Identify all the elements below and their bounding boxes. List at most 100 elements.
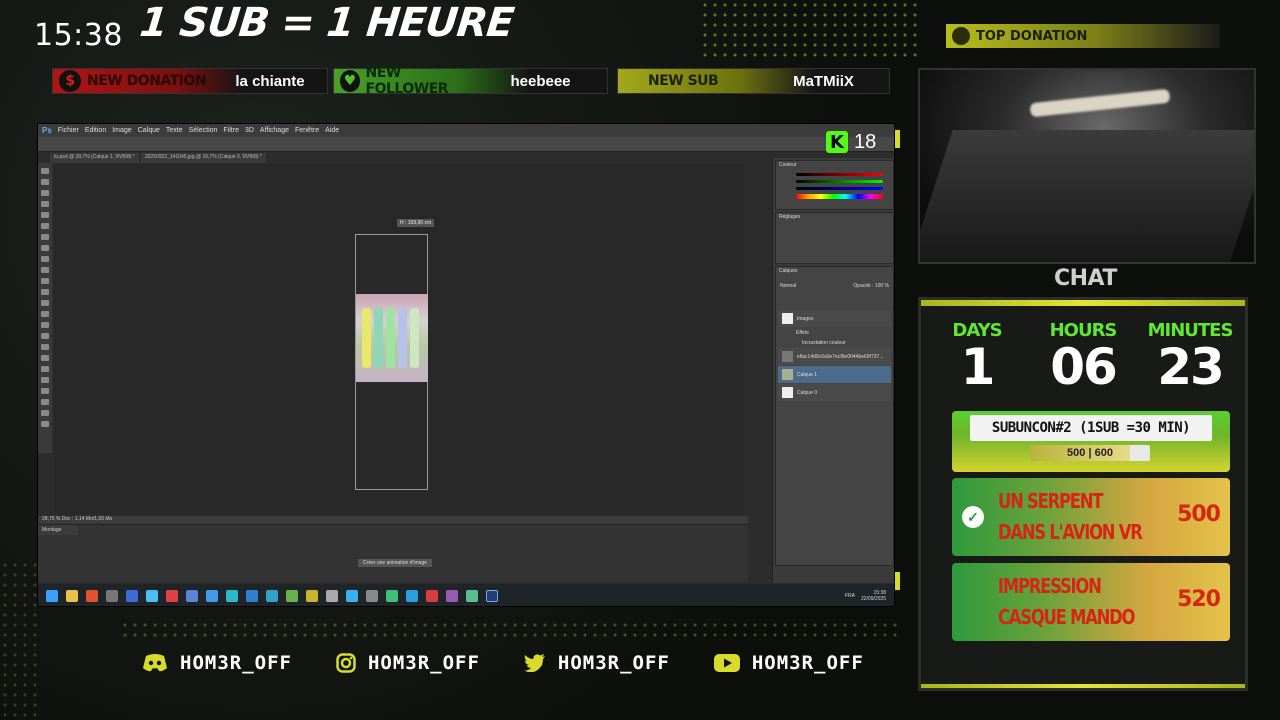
- taskbar-clock[interactable]: 15:38 22/09/2025: [861, 590, 886, 602]
- menu-item[interactable]: 3D: [245, 127, 254, 134]
- instagram-icon: [336, 653, 356, 673]
- webcam-feed: [918, 68, 1256, 264]
- ps-options-bar[interactable]: [38, 137, 894, 152]
- follower-alert-value: heebeee: [510, 72, 571, 90]
- donation-alert: $ NEW DONATION la chiante: [52, 68, 328, 94]
- layer-row[interactable]: Calque 0: [778, 384, 891, 401]
- layer-row[interactable]: Images: [778, 310, 891, 327]
- donation-alert-tag: NEW DONATION: [87, 73, 206, 89]
- youtube-handle: HOM3R_OFF: [751, 652, 864, 674]
- chat-label: CHAT: [1054, 266, 1117, 291]
- brave-icon[interactable]: [86, 590, 98, 602]
- app-icon[interactable]: [186, 590, 198, 602]
- menu-item[interactable]: Aide: [325, 127, 339, 134]
- windows-start-icon[interactable]: [46, 590, 58, 602]
- menu-item[interactable]: Filtre: [223, 127, 239, 134]
- hours-value: 06: [1050, 338, 1118, 396]
- menu-item[interactable]: Fichier: [58, 127, 79, 134]
- headline: 1 SUB = 1 HEURE: [137, 0, 516, 46]
- stream-clock: 15:38: [34, 18, 123, 53]
- sub-goal-card: SUBUNCON#2 (1SUB =30 MIN) 500 | 600: [952, 411, 1230, 472]
- edge-icon[interactable]: [406, 590, 418, 602]
- layer-row[interactable]: elfac14d9c0a0e7ecf9e0044be69f737...: [778, 348, 891, 365]
- app-icon[interactable]: [246, 590, 258, 602]
- doc-tab[interactable]: tu.psd @ 28,7% (Calque 1, RVB/8) *: [50, 153, 139, 163]
- app-icon[interactable]: [306, 590, 318, 602]
- color-panel-title: Couleur: [779, 162, 797, 168]
- dots-pattern: [120, 620, 900, 640]
- red-slider[interactable]: [796, 173, 883, 176]
- app-icon[interactable]: [446, 590, 458, 602]
- social-youtube[interactable]: HOM3R_OFF: [713, 652, 864, 674]
- app-icon[interactable]: [366, 590, 378, 602]
- layer-row[interactable]: Effets: [778, 328, 891, 337]
- blue-slider[interactable]: [796, 187, 883, 190]
- app-icon[interactable]: [226, 590, 238, 602]
- green-slider[interactable]: [796, 180, 883, 183]
- viewer-count: 18: [854, 130, 877, 153]
- kick-icon: K: [826, 131, 848, 153]
- app-icon[interactable]: [466, 590, 478, 602]
- app-icon[interactable]: [386, 590, 398, 602]
- app-icon[interactable]: [426, 590, 438, 602]
- menu-item[interactable]: Image: [112, 127, 131, 134]
- menu-item[interactable]: Fenêtre: [295, 127, 319, 134]
- app-icon[interactable]: [266, 590, 278, 602]
- social-discord[interactable]: HOM3R_OFF: [142, 652, 292, 674]
- ps-image-layer[interactable]: [356, 294, 428, 382]
- layer-row-selected[interactable]: Calque 1: [778, 366, 891, 383]
- create-animation-button[interactable]: Créer une animation d'image: [358, 559, 432, 567]
- minutes-box: MINUTES 23: [1135, 320, 1245, 393]
- app-icon[interactable]: [106, 590, 118, 602]
- ps-right-panels: Couleur Réglages Calques Normal Opacité …: [772, 158, 894, 583]
- system-tray: FRA 15:38 22/09/2025: [845, 590, 894, 602]
- discord-handle: HOM3R_OFF: [180, 652, 292, 674]
- instagram-handle: HOM3R_OFF: [367, 652, 480, 674]
- donation-alert-value: la chiante: [235, 72, 305, 90]
- steam-icon[interactable]: [126, 590, 138, 602]
- social-links: HOM3R_OFF HOM3R_OFF HOM3R_OFF HOM3R_OFF: [142, 652, 864, 674]
- days-box: DAYS 1: [927, 320, 1027, 393]
- ps-toolbar[interactable]: [38, 163, 52, 453]
- hours-box: HOURS 06: [1033, 320, 1133, 393]
- photoshop-taskbar-icon[interactable]: [486, 590, 498, 602]
- adjustments-panel: Réglages: [775, 212, 894, 264]
- menu-item[interactable]: Sélection: [189, 127, 218, 134]
- menu-item[interactable]: Edition: [85, 127, 106, 134]
- follower-alert-tag: NEW FOLLOWER: [365, 65, 449, 97]
- check-icon: ✓: [962, 506, 984, 528]
- timeline-label: Montage: [38, 525, 78, 535]
- twitter-handle: HOM3R_OFF: [557, 652, 670, 674]
- layers-panel-title: Calques: [779, 268, 798, 274]
- ps-document-tabs: tu.psd @ 28,7% (Calque 1, RVB/8) * 20250…: [50, 153, 266, 163]
- language-indicator[interactable]: FRA: [845, 593, 855, 599]
- folder-icon[interactable]: [66, 590, 78, 602]
- sub-alert-value: MaTMiiX: [793, 72, 854, 90]
- doc-tab[interactable]: 20250922_141045.jpg @ 16,7% (Calque 0, R…: [140, 153, 266, 163]
- menu-item[interactable]: Calque: [138, 127, 160, 134]
- sub-alert: NEW SUB MaTMiiX: [617, 68, 890, 94]
- follower-alert: ♥ NEW FOLLOWER heebeee: [333, 65, 608, 97]
- social-instagram[interactable]: HOM3R_OFF: [336, 652, 480, 674]
- subathon-panel: DAYS 1 HOURS 06 MINUTES 23 SUBUNCON#2 (1…: [918, 297, 1248, 691]
- vs-code-icon[interactable]: [346, 590, 358, 602]
- sub-goal-progress-text: 500 | 600: [1067, 447, 1113, 459]
- ps-status-bar: 28,75 % Doc : 1,14 Mo/1,00 Mo: [38, 516, 748, 524]
- layer-row[interactable]: Incrustation couleur: [778, 338, 891, 347]
- opacity-field[interactable]: Opacité : 100 %: [853, 283, 889, 289]
- blend-mode-select[interactable]: Normal: [780, 283, 796, 289]
- app-icon[interactable]: [326, 590, 338, 602]
- spectrum-bar[interactable]: [796, 194, 883, 199]
- top-donation-label: TOP DONATION: [976, 28, 1088, 44]
- obs-icon[interactable]: [166, 590, 178, 602]
- ps-menubar: Ps Fichier Edition Image Calque Texte Sé…: [38, 124, 894, 137]
- app-icon[interactable]: [206, 590, 218, 602]
- app-icon[interactable]: [286, 590, 298, 602]
- social-twitter[interactable]: HOM3R_OFF: [523, 652, 670, 674]
- sub-goal-title: SUBUNCON#2 (1SUB =30 MIN): [970, 415, 1212, 441]
- reward-text: IMPRESSION CASQUE MANDO: [998, 574, 1135, 629]
- menu-item[interactable]: Affichage: [260, 127, 289, 134]
- windows-taskbar: FRA 15:38 22/09/2025: [38, 584, 894, 606]
- app-icon[interactable]: [146, 590, 158, 602]
- menu-item[interactable]: Texte: [166, 127, 183, 134]
